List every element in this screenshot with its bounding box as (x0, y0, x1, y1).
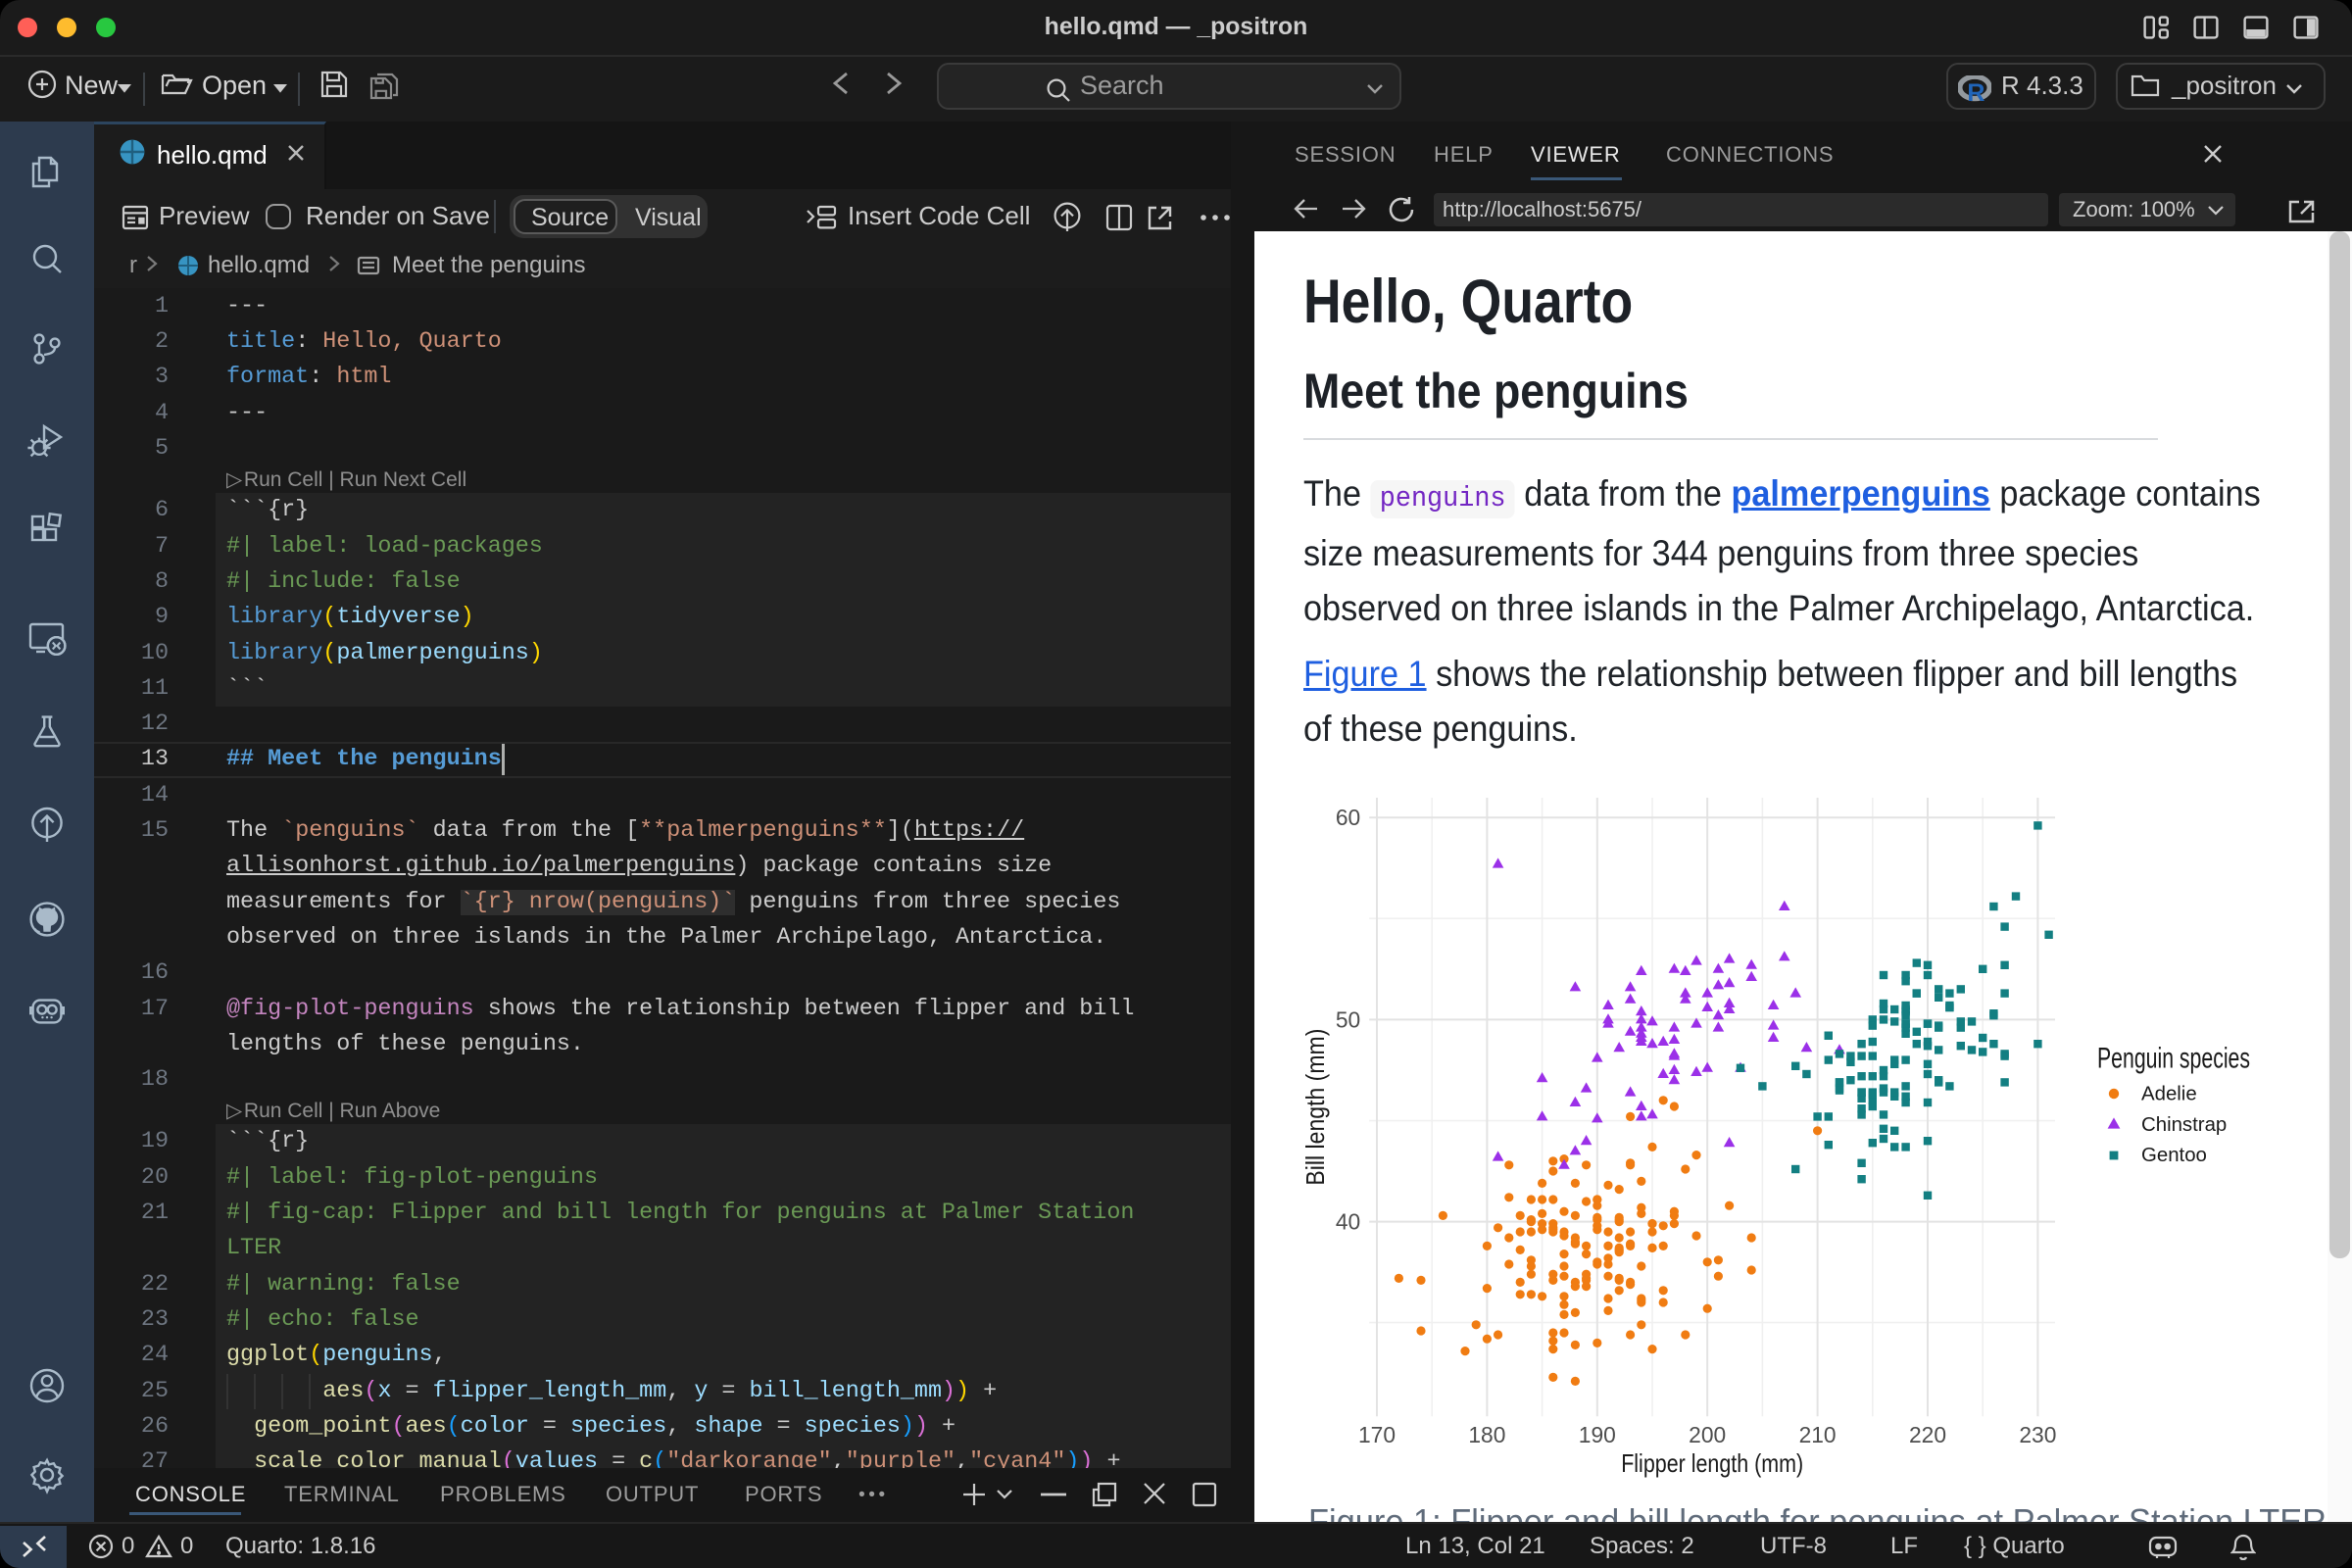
svg-text:180: 180 (1468, 1422, 1505, 1447)
svg-text:170: 170 (1358, 1422, 1396, 1447)
svg-text:Adelie: Adelie (2141, 1084, 2197, 1105)
svg-text:40: 40 (1336, 1209, 1360, 1235)
svg-text:220: 220 (1909, 1422, 1946, 1447)
svg-text:230: 230 (2019, 1422, 2056, 1447)
svg-text:210: 210 (1799, 1422, 1837, 1447)
svg-text:Penguin species: Penguin species (2097, 1042, 2250, 1074)
svg-text:50: 50 (1336, 1006, 1360, 1032)
svg-text:R: R (1967, 79, 1984, 103)
svg-text:Bill length (mm): Bill length (mm) (1302, 1029, 1330, 1186)
svg-text:Gentoo: Gentoo (2141, 1145, 2207, 1166)
svg-text:Flipper length (mm): Flipper length (mm) (1621, 1450, 1803, 1478)
svg-text:200: 200 (1689, 1422, 1726, 1447)
svg-text:190: 190 (1579, 1422, 1616, 1447)
svg-text:60: 60 (1336, 805, 1360, 830)
svg-text:Chinstrap: Chinstrap (2141, 1114, 2227, 1136)
